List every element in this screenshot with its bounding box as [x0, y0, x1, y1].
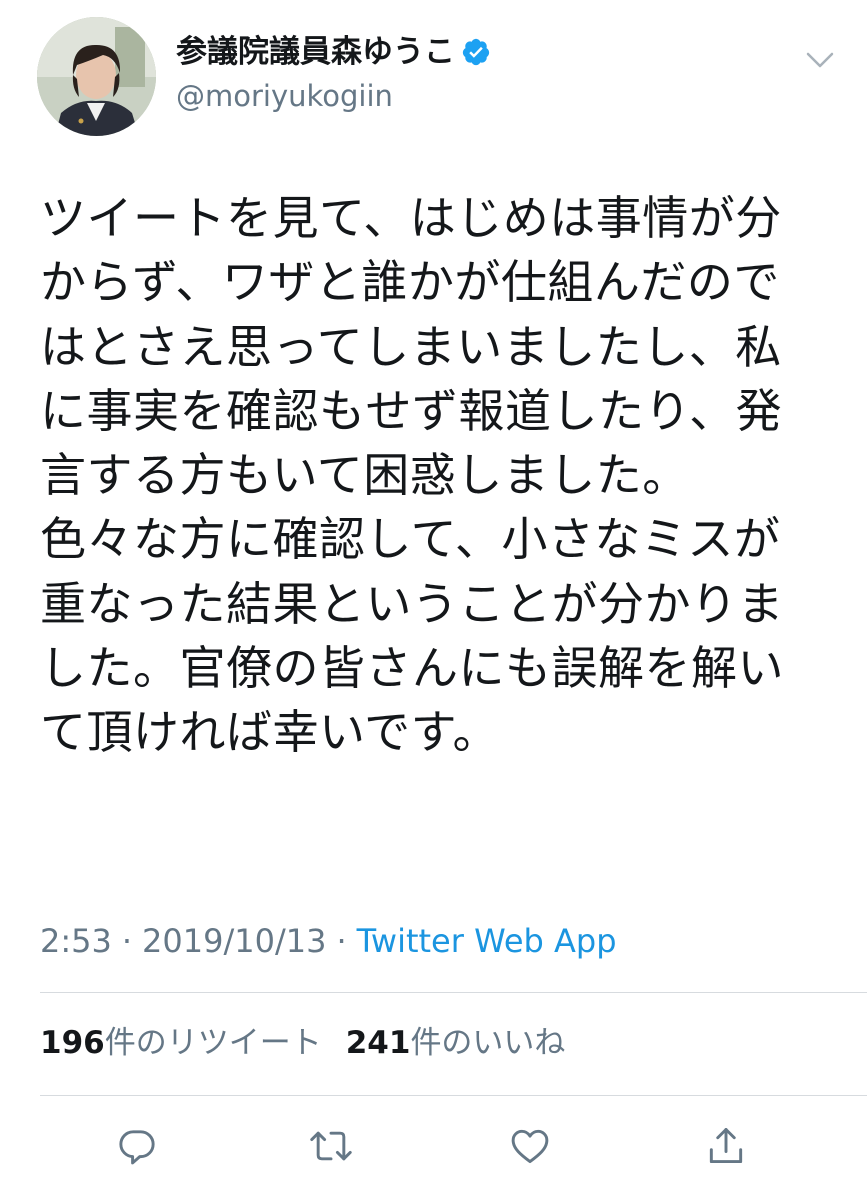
- retweet-label: 件のリツイート: [104, 1025, 322, 1061]
- tweet-text-line: した。官僚の皆さんにも誤解を解い: [40, 641, 784, 696]
- tweet-card: 参議院議員森ゆうこ @moriyukogiin ツイートを見て、はじめは事情が分…: [0, 0, 867, 1200]
- like-stat[interactable]: 241件のいいね: [346, 1025, 566, 1061]
- tweet-text-line: ツイートを見て、はじめは事情が分: [40, 191, 782, 245]
- tweet-time[interactable]: 2:53: [40, 922, 112, 960]
- display-name-text: 参議院議員森ゆうこ: [176, 34, 455, 70]
- tweet-text-line: 色々な方に確認して、小さなミスが: [40, 512, 781, 567]
- display-name[interactable]: 参議院議員森ゆうこ: [176, 32, 491, 72]
- tweet-source-link[interactable]: Twitter Web App: [357, 922, 617, 960]
- meta-separator: ·: [121, 922, 133, 960]
- user-handle[interactable]: @moriyukogiin: [176, 78, 393, 114]
- tweet-stats: 196件のリツイート 241件のいいね: [40, 1022, 589, 1064]
- tweet-text-line: 重なった結果ということが分かりま: [40, 576, 784, 631]
- chevron-down-icon[interactable]: [804, 46, 836, 74]
- divider: [40, 1095, 867, 1096]
- avatar[interactable]: [37, 17, 156, 136]
- tweet-text-line: て頂ければ幸いです。: [40, 705, 500, 760]
- tweet-text: ツイートを見て、はじめは事情が分 からず、ワザと誰かが仕組んだので はとさえ思っ…: [40, 186, 830, 765]
- like-button[interactable]: [505, 1121, 555, 1171]
- retweet-count: 196: [40, 1025, 105, 1061]
- reply-button[interactable]: [112, 1121, 162, 1171]
- tweet-date[interactable]: 2019/10/13: [142, 922, 326, 960]
- reply-icon: [119, 1130, 155, 1165]
- meta-separator: ·: [336, 922, 347, 960]
- share-button[interactable]: [701, 1121, 751, 1171]
- tweet-meta: 2:53 · 2019/10/13 · Twitter Web App: [40, 920, 617, 962]
- tweet-text-line: 言する方もいて困惑しました。: [40, 448, 689, 503]
- avatar-photo: [37, 17, 156, 136]
- divider: [40, 992, 867, 993]
- verified-badge-icon: [461, 37, 491, 67]
- like-label: 件のいいね: [410, 1025, 566, 1061]
- tweet-text-line: に事実を確認もせず報道したり、発: [40, 383, 783, 438]
- like-count: 241: [345, 1025, 411, 1061]
- retweet-stat[interactable]: 196件のリツイート: [40, 1025, 322, 1061]
- retweet-icon: [310, 1131, 352, 1161]
- share-icon: [709, 1128, 743, 1164]
- retweet-button[interactable]: [306, 1121, 356, 1171]
- tweet-text-line: はとさえ思ってしまいましたし、私: [40, 319, 782, 374]
- tweet-text-line: からず、ワザと誰かが仕組んだので: [40, 255, 780, 310]
- heart-icon: [511, 1129, 549, 1164]
